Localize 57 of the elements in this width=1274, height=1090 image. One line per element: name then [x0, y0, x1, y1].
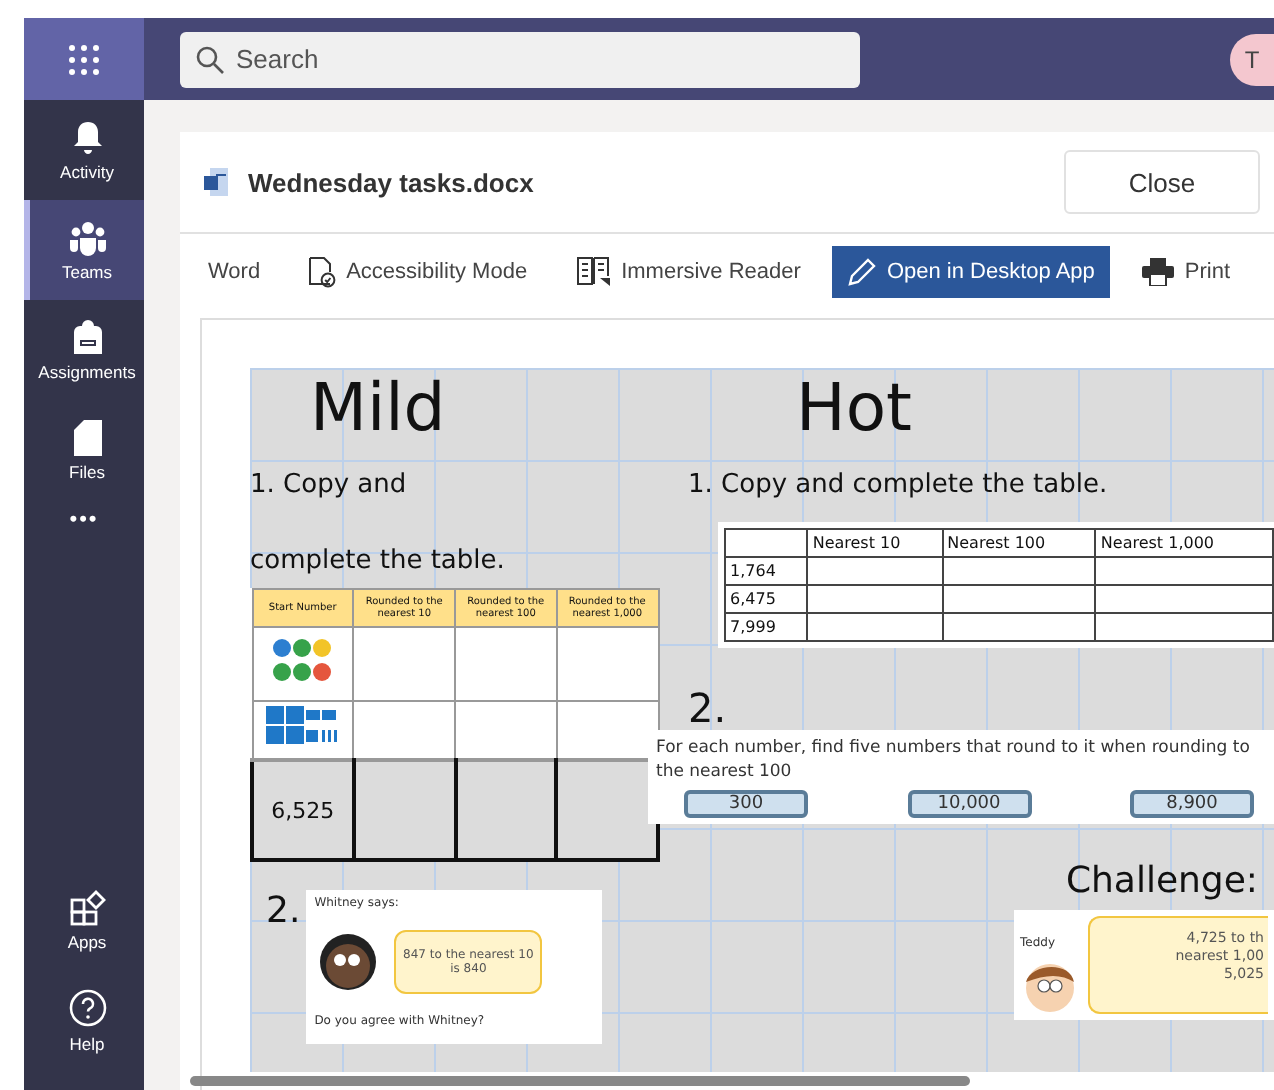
document-title: Wednesday tasks.docx — [248, 167, 534, 197]
base-ten-blocks-drawing — [266, 706, 339, 746]
table-cell — [556, 760, 658, 860]
table-cell — [455, 760, 557, 860]
bell-icon — [69, 119, 105, 155]
task-number: 2. — [688, 686, 727, 730]
toolbar-button[interactable]: Word — [192, 246, 277, 298]
user-avatar[interactable]: T — [1230, 33, 1274, 85]
help-icon — [67, 987, 107, 1027]
rail-item[interactable]: Files — [24, 400, 144, 500]
number-box: 8,900 — [1130, 790, 1254, 818]
people-icon — [67, 219, 107, 255]
table-cell: 1,764 — [725, 557, 808, 585]
table-cell — [455, 627, 557, 701]
table-header-cell: Nearest 10 — [807, 529, 943, 557]
counters-drawing — [272, 636, 333, 684]
instruction-text: For each number, find five numbers that round to it when rounding to the nearest 100 — [656, 736, 1252, 784]
toolbar-button[interactable]: Immersive Reader — [559, 246, 817, 298]
rail-item[interactable]: Assignments — [24, 300, 144, 400]
backpack-icon — [71, 319, 103, 355]
table-header-cell: Nearest 1,000 — [1095, 529, 1273, 557]
more-apps-button[interactable]: ••• — [24, 500, 144, 540]
horizontal-scrollbar[interactable] — [190, 1076, 970, 1086]
challenge-heading: Challenge: — [1065, 860, 1258, 902]
toolbar-button[interactable]: Accessibility Mode — [292, 246, 544, 298]
task-text: 1. Copy and complete the table. — [688, 468, 1108, 504]
table-cell: 6,475 — [725, 585, 808, 613]
rail-item[interactable]: Teams — [24, 200, 144, 300]
cartoon-face-drawing — [1020, 958, 1080, 1014]
table-cell — [353, 760, 455, 860]
apps-icon — [69, 889, 105, 925]
printer-icon — [1142, 258, 1175, 286]
table-cell: 6,525 — [252, 760, 354, 860]
worksheet-heading: Hot — [796, 368, 912, 448]
table-cell: 7,999 — [725, 613, 808, 641]
document-check-icon — [308, 256, 337, 288]
worksheet-heading: Mild — [310, 368, 446, 448]
close-button[interactable]: Close — [1064, 150, 1260, 214]
book-icon — [575, 256, 612, 288]
toolbar-button[interactable]: Open in Desktop App — [832, 246, 1111, 298]
word-document-icon — [204, 168, 228, 196]
task-number: 2. — [266, 890, 301, 934]
app-launcher-button[interactable] — [24, 18, 144, 100]
grid-dots-icon — [68, 43, 100, 75]
rail-item[interactable]: Help — [24, 970, 144, 1070]
number-box: 300 — [684, 790, 808, 818]
search-icon — [196, 45, 224, 73]
task-text: 1. Copy and — [250, 468, 407, 504]
rail-item[interactable]: Apps — [24, 870, 144, 970]
rail-item[interactable]: Activity — [24, 100, 144, 200]
file-icon — [73, 419, 101, 455]
table-header-cell: Nearest 100 — [942, 529, 1096, 557]
task-text: complete the table. — [250, 544, 505, 580]
number-box: 10,000 — [907, 790, 1031, 818]
pencil-icon — [848, 258, 877, 286]
search-field[interactable]: Search — [180, 31, 860, 87]
toolbar-button[interactable]: Print — [1126, 246, 1247, 298]
